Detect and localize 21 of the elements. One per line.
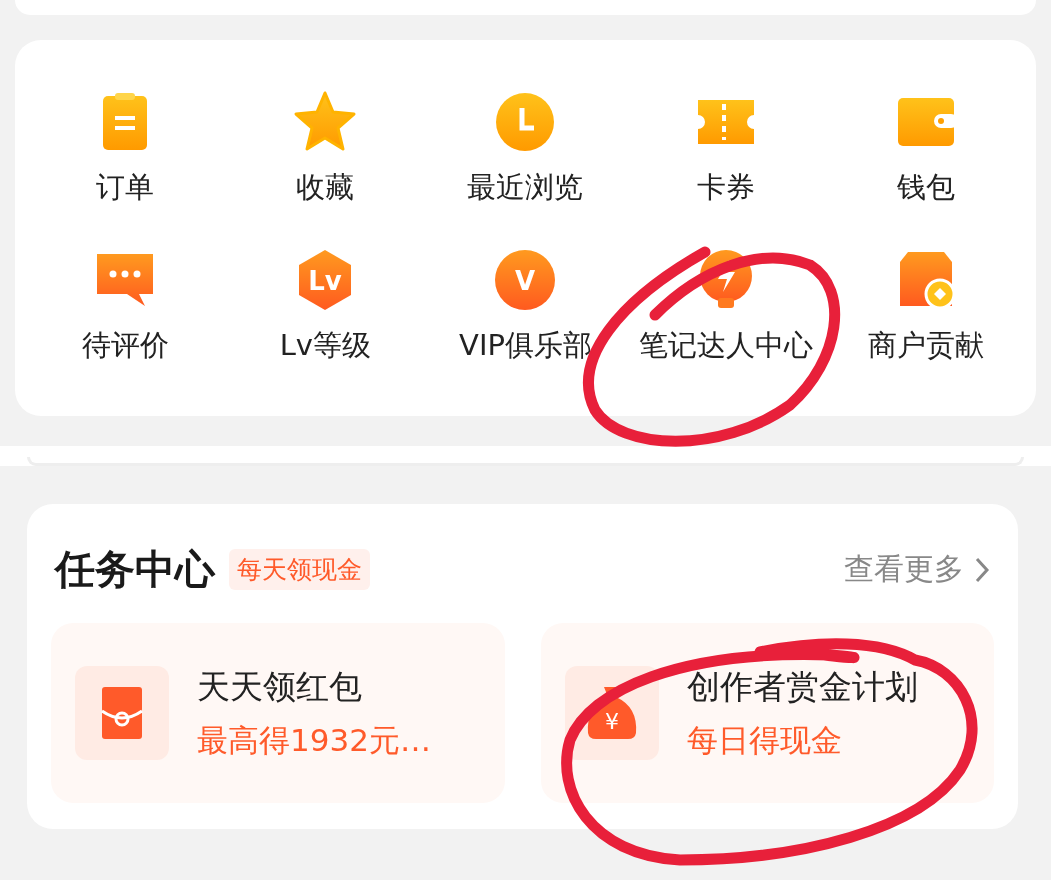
shortcut-label[interactable]: 最近浏览: [467, 168, 584, 208]
shortcut-label[interactable]: 钱包: [896, 168, 955, 208]
shortcut-label[interactable]: 收藏: [296, 168, 355, 208]
section-title: 任务中心: [55, 545, 215, 594]
cash-tag: 每天领现金: [229, 549, 370, 590]
shortcut-label[interactable]: 订单: [96, 168, 155, 208]
task-reward: 最高得1932元…: [197, 720, 431, 760]
task-title: 天天领红包: [197, 665, 363, 708]
shortcut-label[interactable]: VIP俱乐部: [459, 326, 592, 366]
shortcut-label[interactable]: 商户贡献: [867, 326, 984, 366]
shortcut-label[interactable]: Lv等级: [279, 326, 371, 366]
vip-badge-icon: V: [493, 248, 558, 312]
task-card[interactable]: 天天领红包 最高得1932元…: [51, 623, 505, 803]
task-title: 创作者赏金计划: [686, 665, 918, 708]
chevron-right-icon: [974, 555, 990, 584]
task-card[interactable]: ¥ 创作者赏金计划 每日得现金: [540, 623, 994, 803]
see-more-link[interactable]: 查看更多: [844, 549, 990, 590]
shortcut-label[interactable]: 待评价: [81, 326, 169, 366]
task-reward: 每日得现金: [686, 720, 843, 760]
shortcut-label[interactable]: 卡券: [696, 168, 755, 208]
shortcut-label[interactable]: 笔记达人中心: [638, 326, 813, 366]
